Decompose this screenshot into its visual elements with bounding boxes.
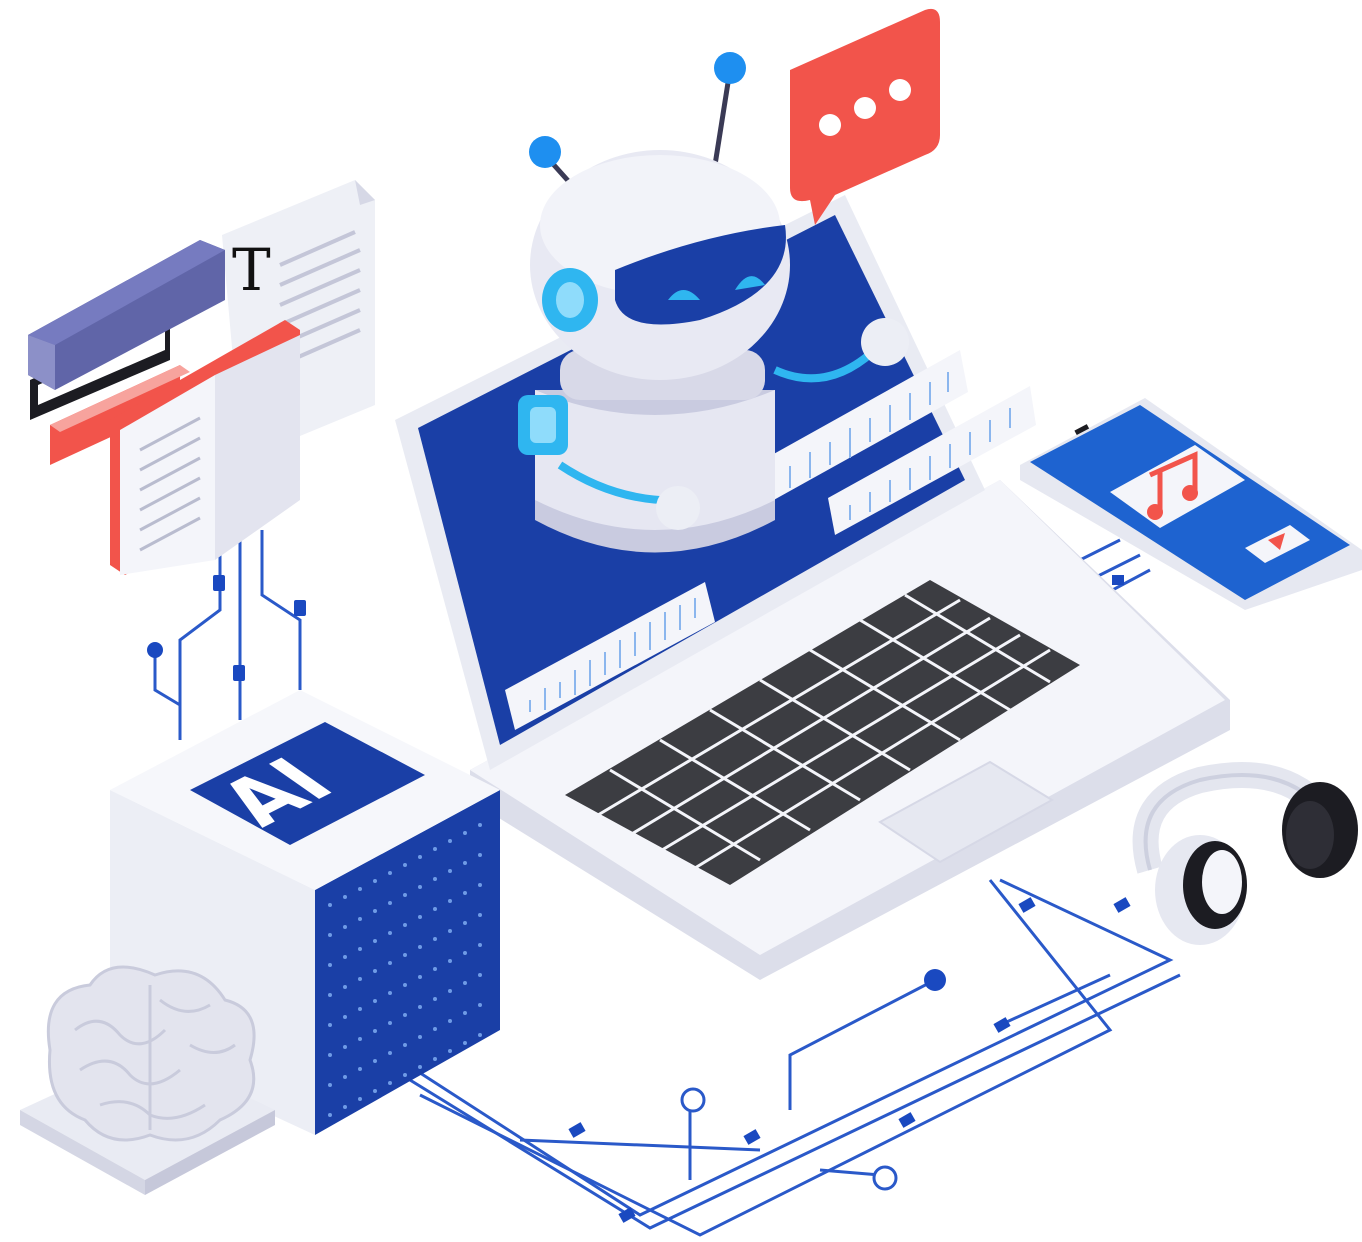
headphones-icon <box>1132 762 1358 945</box>
ai-illustration: T AI <box>20 8 1362 1237</box>
laptop-icon <box>395 195 1230 980</box>
chat-bubble-icon <box>790 8 940 226</box>
page-glyph: T <box>232 236 271 304</box>
